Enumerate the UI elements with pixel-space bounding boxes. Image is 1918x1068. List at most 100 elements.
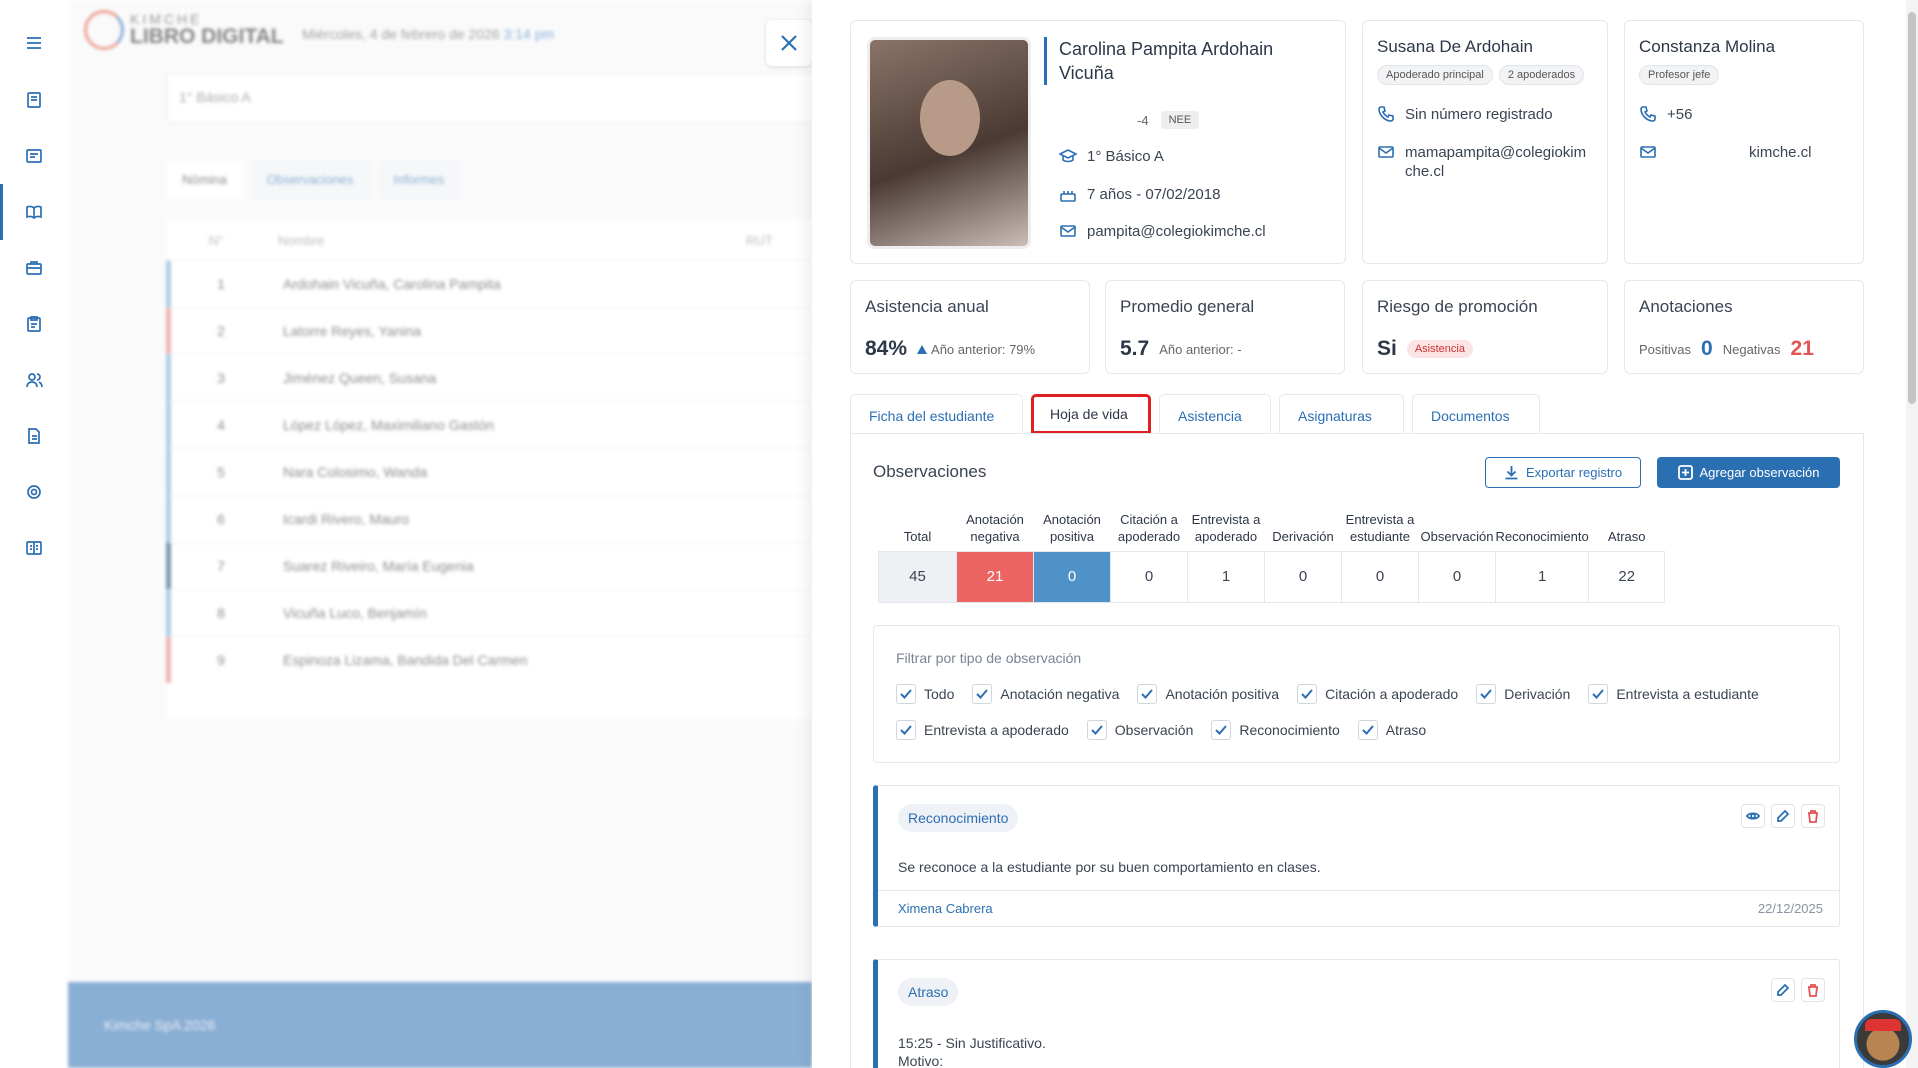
teacher-name: Constanza Molina [1639, 37, 1776, 56]
filter-checkbox[interactable]: Entrevista a estudiante [1588, 684, 1759, 704]
table-row[interactable]: 3 Jiménez Queen, Susana [166, 354, 812, 401]
book-icon[interactable] [0, 528, 68, 568]
gear-icon[interactable] [0, 472, 68, 512]
edit-button[interactable] [1771, 804, 1795, 828]
filter-checkbox[interactable]: Anotación negativa [972, 684, 1119, 704]
table-row[interactable]: 5 Nara Colosimo, Wanda [166, 448, 812, 495]
menu-icon[interactable] [0, 23, 68, 63]
checkbox-box[interactable] [1357, 720, 1378, 740]
row-name: Jiménez Queen, Susana [283, 370, 437, 386]
document-icon[interactable] [0, 416, 68, 456]
checkbox-box[interactable] [1086, 720, 1107, 740]
filter-checkbox[interactable]: Entrevista a apoderado [896, 720, 1069, 740]
view-button[interactable] [1741, 804, 1765, 828]
checkbox-box[interactable] [972, 684, 993, 704]
filter-checkbox[interactable]: Todo [896, 684, 954, 704]
tab-documentos[interactable]: Documentos [1412, 394, 1540, 434]
filter-row: Todo Anotación negativa Anotación positiva… [896, 684, 1759, 704]
col-name[interactable]: Nombre [266, 233, 746, 248]
filter-checkbox[interactable]: Anotación positiva [1137, 684, 1279, 704]
student-course-text: 1° Básico A [1087, 147, 1164, 165]
filter-checkbox[interactable]: Atraso [1357, 720, 1426, 740]
board-icon[interactable] [0, 136, 68, 176]
briefcase-icon[interactable] [0, 248, 68, 288]
check-icon [976, 689, 989, 699]
checkbox-box[interactable] [1297, 684, 1318, 704]
checkbox-box[interactable] [1476, 684, 1497, 704]
row-name: Nara Colosimo, Wanda [283, 464, 428, 480]
scrollbar-thumb[interactable] [1908, 12, 1916, 404]
attendance-value: 84% [865, 337, 908, 360]
student-tabs: Ficha del estudiante Hoja de vida Asiste… [850, 394, 1540, 434]
checkbox-box[interactable] [1211, 720, 1232, 740]
download-icon [1505, 466, 1518, 480]
export-button-label: Exportar registro [1525, 465, 1623, 480]
summary-header-line: Reconocimiento [1495, 528, 1589, 544]
assistant-avatar[interactable] [1854, 1010, 1912, 1068]
summary-value: 0 [1033, 550, 1111, 603]
summary-header-line: Citación a [1120, 511, 1178, 527]
trash-icon [1808, 810, 1818, 823]
edit-icon [1777, 809, 1790, 822]
entry-type-tag: Atraso [898, 978, 959, 1006]
observation-entry: Reconocimiento Se reconoce a la estudian… [873, 785, 1840, 927]
summary-header: Total [879, 507, 957, 551]
edit-icon [1777, 983, 1790, 996]
summary-value: 0 [1341, 550, 1419, 603]
entry-author[interactable]: Ximena Cabrera [898, 901, 993, 916]
table-row[interactable]: 6 Icardi Rivero, Mauro [166, 495, 812, 542]
tab-nomina[interactable]: Nómina [166, 160, 243, 200]
filter-label: Anotación negativa [1000, 686, 1120, 702]
hoja-de-vida-panel: Observaciones Exportar registro Agregar … [850, 433, 1864, 1068]
filter-checkbox[interactable]: Citación a apoderado [1297, 684, 1458, 704]
summary-header-line: apoderado [1194, 528, 1258, 544]
col-rut: RUT [746, 232, 773, 248]
tab-informes[interactable]: Informes [377, 160, 461, 200]
checkbox-box[interactable] [1588, 684, 1609, 704]
table-row[interactable]: 2 Latorre Reyes, Yanina [166, 307, 812, 354]
table-row[interactable]: 4 López López, Maximiliano Gastón [166, 401, 812, 448]
add-observation-button[interactable]: Agregar observación [1657, 457, 1840, 488]
checkbox-box[interactable] [896, 684, 916, 704]
summary-header-line: Anotación [966, 511, 1024, 527]
delete-button[interactable] [1801, 804, 1825, 828]
summary-header-line: Derivación [1272, 528, 1334, 544]
checkbox-box[interactable] [896, 720, 916, 740]
delete-button[interactable] [1801, 978, 1825, 1002]
row-number: 1 [217, 276, 225, 292]
tab-asistencia[interactable]: Asistencia [1159, 394, 1271, 434]
tab-hoja-de-vida[interactable]: Hoja de vida [1031, 394, 1151, 434]
notebook-icon[interactable] [0, 80, 68, 120]
filter-title: Filtrar por tipo de observación [896, 650, 1082, 666]
entry-type-tag: Reconocimiento [898, 804, 1019, 832]
users-icon[interactable] [0, 360, 68, 400]
edit-button[interactable] [1771, 978, 1795, 1002]
filter-label: Entrevista a estudiante [1616, 686, 1759, 702]
book-open-icon[interactable] [0, 184, 68, 240]
summary-value: 1 [1494, 550, 1590, 603]
table-row[interactable]: 9 Espinoza Lizama, Bandida Del Carmen [166, 636, 812, 683]
entry-footer: Ximena Cabrera 22/12/2025 [878, 890, 1839, 926]
brand-top: KIMCHE [130, 11, 203, 27]
table-row[interactable]: 8 Vicuña Luco, Benjamín [166, 589, 812, 636]
cake-icon [1060, 191, 1076, 202]
table-row[interactable]: 7 Suarez Riveiro, María Eugenia [166, 542, 812, 589]
filter-checkbox[interactable]: Observación [1086, 720, 1194, 740]
close-drawer-button[interactable] [766, 20, 812, 66]
table-row[interactable]: 1 Ardohain Vicuña, Carolina Pampita [166, 260, 812, 307]
clipboard-icon[interactable] [0, 304, 68, 344]
scrollbar[interactable] [1906, 0, 1918, 1068]
filter-label: Observación [1114, 722, 1194, 738]
guardian-chip-count[interactable]: 2 apoderados [1498, 65, 1585, 85]
tab-observaciones[interactable]: Observaciones [250, 160, 370, 200]
export-button[interactable]: Exportar registro [1485, 457, 1641, 488]
guardian-name: Susana De Ardohain [1377, 37, 1533, 56]
filter-checkbox[interactable]: Reconocimiento [1211, 720, 1340, 740]
filter-checkbox[interactable]: Derivación [1476, 684, 1570, 704]
summary-header-line: Total [903, 528, 932, 544]
tab-ficha-estudiante[interactable]: Ficha del estudiante [850, 394, 1023, 434]
col-number[interactable]: N° [166, 233, 266, 248]
checkbox-box[interactable] [1137, 684, 1158, 704]
course-select[interactable]: 1° Básico A [166, 73, 812, 123]
tab-asignaturas[interactable]: Asignaturas [1279, 394, 1404, 434]
